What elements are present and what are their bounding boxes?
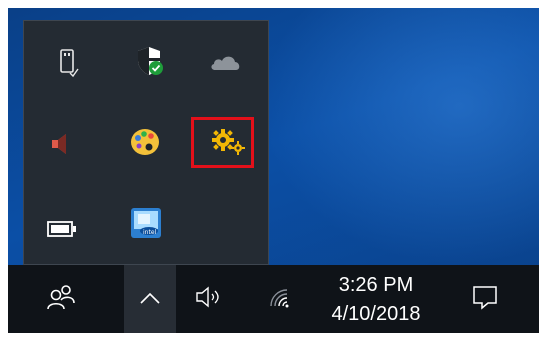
battery-icon[interactable] bbox=[44, 211, 80, 247]
people-button[interactable] bbox=[36, 265, 86, 333]
onedrive-cloud-icon[interactable] bbox=[208, 45, 244, 81]
usb-drive-icon[interactable] bbox=[50, 45, 86, 81]
show-hidden-icons-button[interactable] bbox=[124, 265, 176, 333]
taskbar: 3:26 PM 4/10/2018 bbox=[8, 265, 539, 333]
chevron-up-icon bbox=[139, 290, 161, 309]
paint-palette-icon[interactable] bbox=[127, 124, 163, 160]
volume-button[interactable] bbox=[186, 265, 232, 333]
network-button[interactable] bbox=[256, 265, 302, 333]
people-icon bbox=[46, 283, 76, 315]
speaker-muted-icon[interactable] bbox=[44, 126, 80, 162]
taskbar-clock[interactable]: 3:26 PM 4/10/2018 bbox=[316, 271, 436, 329]
windows-defender-icon[interactable] bbox=[132, 43, 168, 79]
wifi-icon bbox=[265, 284, 293, 314]
desktop-background bbox=[260, 0, 545, 265]
frame-top bbox=[0, 0, 545, 8]
intel-graphics-icon[interactable]: intel bbox=[128, 205, 164, 241]
notification-icon bbox=[471, 283, 499, 315]
frame-bottom bbox=[0, 333, 545, 338]
frame-right bbox=[539, 0, 545, 338]
clock-date: 4/10/2018 bbox=[331, 303, 421, 325]
frame-left bbox=[0, 0, 8, 338]
volume-icon bbox=[194, 285, 224, 313]
gear-icon-highlight bbox=[191, 117, 254, 168]
svg-text:intel: intel bbox=[143, 229, 157, 236]
action-center-button[interactable] bbox=[460, 265, 510, 333]
clock-time: 3:26 PM bbox=[338, 274, 414, 296]
